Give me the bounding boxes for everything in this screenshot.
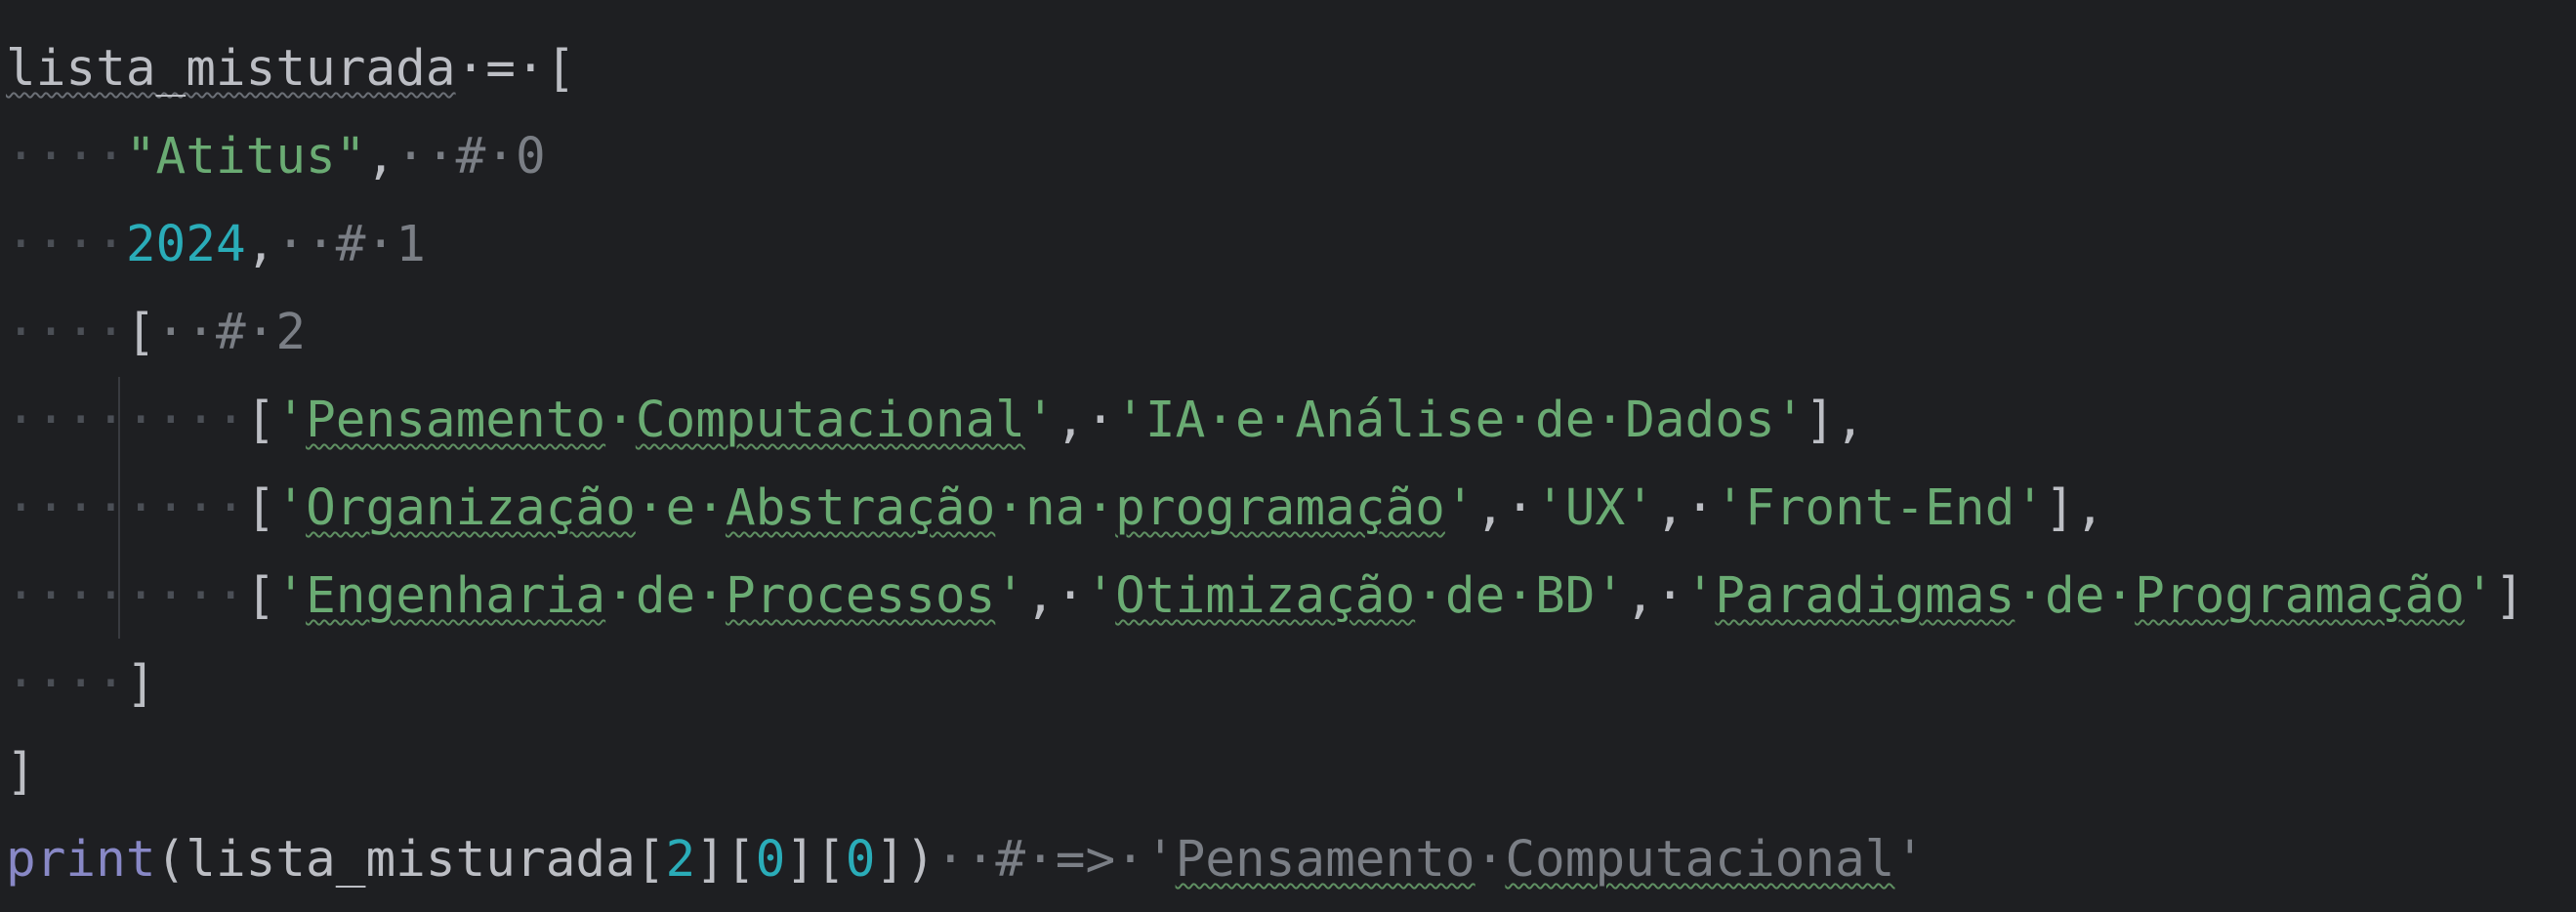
string-literal: Engenharia — [306, 567, 606, 625]
code-token: ,· — [1654, 479, 1716, 537]
code-line-5[interactable]: ········['Pensamento·Computacional',·'IA… — [6, 377, 1865, 465]
number-literal: 0 — [845, 831, 876, 889]
number-literal: 2 — [665, 831, 696, 889]
whitespace-marker: ········ — [6, 479, 246, 537]
code-token: [ — [245, 479, 276, 537]
string-literal: ·de·BD' — [1415, 567, 1626, 625]
whitespace-marker: ···· — [6, 655, 126, 713]
code-line-3[interactable]: ····2024,··#·1 — [6, 201, 426, 289]
string-literal: Processos — [725, 567, 996, 625]
number-literal: 2024 — [125, 216, 246, 273]
code-line-9[interactable]: ] — [6, 728, 36, 816]
comment: Pensamento — [1175, 831, 1475, 889]
code-editor[interactable]: lista_misturada·=·[ ····"Atitus",··#·0 ·… — [0, 0, 2576, 912]
whitespace-marker: ···· — [6, 216, 126, 273]
string-literal: programação — [1115, 479, 1445, 537]
code-line-2[interactable]: ····"Atitus",··#·0 — [6, 113, 546, 201]
string-literal: "Atitus" — [125, 128, 366, 186]
number-literal: 0 — [755, 831, 786, 889]
string-literal: ' — [275, 567, 307, 625]
string-literal: ' — [995, 567, 1026, 625]
code-token: ][ — [785, 831, 846, 889]
string-literal: ' — [275, 479, 307, 537]
string-literal: ·na· — [995, 479, 1116, 537]
string-literal: ' — [275, 392, 307, 449]
code-token: lista_misturada — [6, 40, 456, 98]
comment: · — [1475, 831, 1506, 889]
string-literal: ' — [1085, 567, 1116, 625]
code-token: , — [245, 216, 276, 273]
string-literal: ·e· — [635, 479, 726, 537]
string-literal: Paradigmas — [1715, 567, 2015, 625]
code-line-7[interactable]: ········['Engenharia·de·Processos',·'Oti… — [6, 553, 2524, 641]
comment: ··#·=>·' — [935, 831, 1176, 889]
string-literal: 'UX' — [1535, 479, 1655, 537]
code-token: ], — [2045, 479, 2105, 537]
code-token: ], — [1805, 392, 1865, 449]
string-literal: ·de· — [2015, 567, 2136, 625]
comment: ··#·1 — [275, 216, 426, 273]
code-token: ][ — [695, 831, 756, 889]
code-line-4[interactable]: ····[··#·2 — [6, 289, 306, 377]
code-token: ] — [125, 655, 156, 713]
code-token: [ — [245, 392, 276, 449]
whitespace-marker: ········ — [6, 567, 246, 625]
string-literal: ·de· — [605, 567, 726, 625]
string-literal: 'Front-End' — [1715, 479, 2046, 537]
string-literal: Abstração — [725, 479, 996, 537]
string-literal: 'IA·e·Análise·de·Dados' — [1115, 392, 1806, 449]
string-literal: Otimização — [1115, 567, 1416, 625]
code-line-6[interactable]: ········['Organização·e·Abstração·na·pro… — [6, 465, 2104, 553]
code-token: ] — [6, 743, 36, 801]
string-literal: ' — [1444, 479, 1475, 537]
code-token: ] — [2494, 567, 2525, 625]
code-token: [ — [245, 567, 276, 625]
whitespace-marker: ···· — [6, 128, 126, 186]
code-token: ·=·[ — [455, 40, 576, 98]
code-token: [ — [125, 304, 156, 361]
code-token: ,· — [1025, 567, 1086, 625]
string-literal: Computacional — [635, 392, 1026, 449]
code-token: ]) — [875, 831, 935, 889]
comment: ··#·0 — [395, 128, 546, 186]
comment: Computacional — [1505, 831, 1895, 889]
code-token: ,· — [1475, 479, 1536, 537]
string-literal: ' — [2464, 567, 2495, 625]
whitespace-marker: ···· — [6, 304, 126, 361]
comment: ' — [1894, 831, 1926, 889]
code-token: ,· — [1625, 567, 1685, 625]
comment: ··#·2 — [155, 304, 307, 361]
string-literal: ' — [1025, 392, 1056, 449]
code-line-8[interactable]: ····] — [6, 641, 156, 728]
code-token: ,· — [1055, 392, 1116, 449]
code-line-10[interactable]: print(lista_misturada[2][0][0])··#·=>·'P… — [6, 816, 1925, 904]
whitespace-marker: ········ — [6, 392, 246, 449]
string-literal: Organização — [306, 479, 636, 537]
string-literal: Programação — [2135, 567, 2465, 625]
code-token: (lista_misturada[ — [155, 831, 666, 889]
code-line-1[interactable]: lista_misturada·=·[ — [6, 25, 575, 113]
string-literal: · — [605, 392, 636, 449]
code-token: , — [365, 128, 396, 186]
string-literal: ' — [1684, 567, 1716, 625]
builtin-function: print — [6, 831, 156, 889]
string-literal: Pensamento — [306, 392, 606, 449]
